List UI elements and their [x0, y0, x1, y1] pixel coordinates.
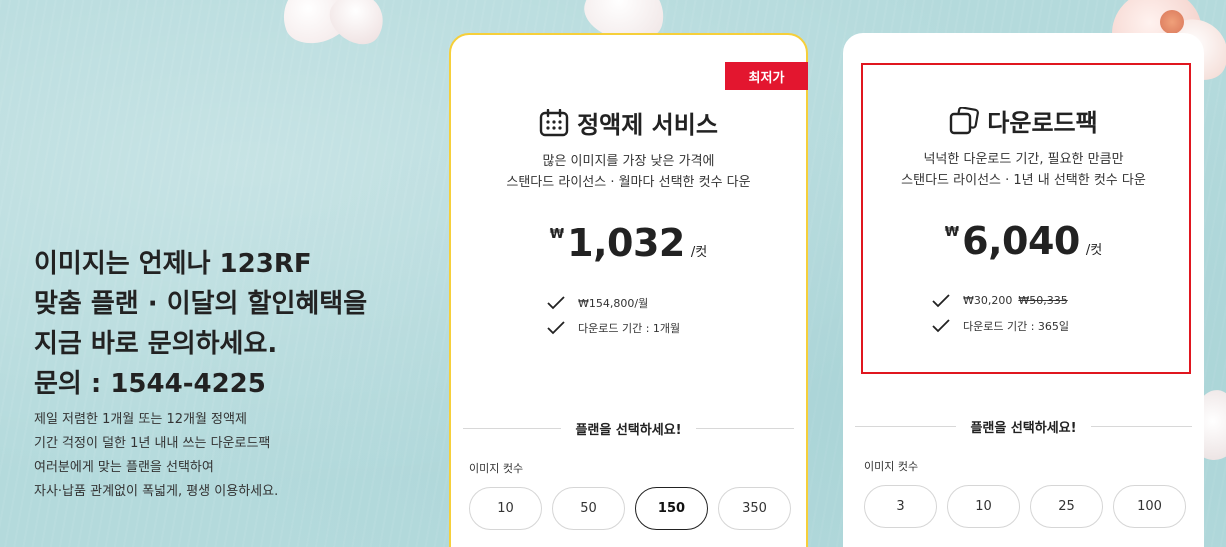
- qty-option-10[interactable]: 10: [947, 485, 1020, 528]
- subscription-price: ₩ 1,032 /컷: [451, 221, 806, 265]
- qty-option-25[interactable]: 25: [1030, 485, 1103, 528]
- select-plan-label: 플랜을 선택하세요!: [575, 423, 682, 438]
- feature-download-period: 다운로드 기간 : 1개월: [578, 321, 681, 335]
- feature-pack-price: ₩30,200: [963, 294, 1013, 307]
- qty-option-150[interactable]: 150: [635, 487, 708, 530]
- flower-decoration: [1160, 10, 1184, 34]
- image-count-options: 10 50 150 350: [469, 487, 791, 530]
- download-pack-title: 다운로드팩: [987, 109, 1098, 137]
- feature-monthly-price: ₩154,800/월: [578, 296, 649, 310]
- qty-option-50[interactable]: 50: [552, 487, 625, 530]
- feature-item: ₩154,800/월: [546, 290, 680, 315]
- currency-symbol: ₩: [944, 225, 960, 240]
- feature-item: 다운로드 기간 : 1개월: [546, 315, 680, 340]
- download-pack-subtitle: 넉넉한 다운로드 기간, 필요한 만큼만 스탠다드 라이선스 · 1년 내 선택…: [901, 152, 1146, 188]
- select-plan-divider: 플랜을 선택하세요!: [463, 419, 795, 438]
- promo-panel: 이미지는 언제나 123RF 맞춤 플랜 · 이달의 할인혜택을 지금 바로 문…: [34, 244, 434, 504]
- feature-download-period: 다운로드 기간 : 365일: [963, 319, 1070, 333]
- subscription-plan-card[interactable]: 최저가 정액제 서비스 많은 이미지를 가장 낮은 가격에 스탠다드 라이선스 …: [449, 33, 808, 547]
- price-amount: 1,032: [567, 221, 685, 265]
- lowest-price-badge: 최저가: [725, 62, 808, 90]
- download-pack-price: ₩ 6,040 /컷: [843, 219, 1204, 263]
- subscription-title-row: 정액제 서비스: [451, 105, 806, 140]
- price-unit: /컷: [690, 245, 708, 260]
- check-icon: [932, 318, 950, 332]
- calendar-icon: [539, 108, 569, 137]
- check-icon: [547, 295, 565, 309]
- download-pack-features: ₩30,200 ₩50,335 다운로드 기간 : 365일: [931, 288, 1069, 338]
- subscription-title: 정액제 서비스: [577, 111, 718, 139]
- download-pack-icon: [949, 106, 980, 135]
- check-icon: [547, 320, 565, 334]
- select-plan-divider: 플랜을 선택하세요!: [855, 417, 1193, 436]
- feature-item: 다운로드 기간 : 365일: [931, 313, 1069, 338]
- qty-option-3[interactable]: 3: [864, 485, 937, 528]
- currency-symbol: ₩: [549, 227, 565, 242]
- feature-item: ₩30,200 ₩50,335: [931, 288, 1069, 313]
- image-count-label: 이미지 컷수: [469, 462, 524, 475]
- select-plan-label: 플랜을 선택하세요!: [970, 421, 1077, 436]
- promo-description: 제일 저렴한 1개월 또는 12개월 정액제 기간 걱정이 덜한 1년 내내 쓰…: [34, 412, 279, 499]
- check-icon: [932, 293, 950, 307]
- image-count-label: 이미지 컷수: [864, 460, 919, 473]
- download-pack-title-row: 다운로드팩: [843, 103, 1204, 138]
- image-count-options: 3 10 25 100: [864, 485, 1186, 528]
- price-unit: /컷: [1085, 243, 1103, 258]
- promo-headline: 이미지는 언제나 123RF 맞춤 플랜 · 이달의 할인혜택을 지금 바로 문…: [34, 249, 368, 399]
- subscription-features: ₩154,800/월 다운로드 기간 : 1개월: [546, 290, 680, 340]
- price-amount: 6,040: [962, 219, 1080, 263]
- qty-option-100[interactable]: 100: [1113, 485, 1186, 528]
- download-pack-card[interactable]: 다운로드팩 넉넉한 다운로드 기간, 필요한 만큼만 스탠다드 라이선스 · 1…: [843, 33, 1204, 547]
- qty-option-350[interactable]: 350: [718, 487, 791, 530]
- qty-option-10[interactable]: 10: [469, 487, 542, 530]
- subscription-subtitle: 많은 이미지를 가장 낮은 가격에 스탠다드 라이선스 · 월마다 선택한 컷수…: [506, 154, 751, 190]
- feature-original-price: ₩50,335: [1018, 294, 1068, 307]
